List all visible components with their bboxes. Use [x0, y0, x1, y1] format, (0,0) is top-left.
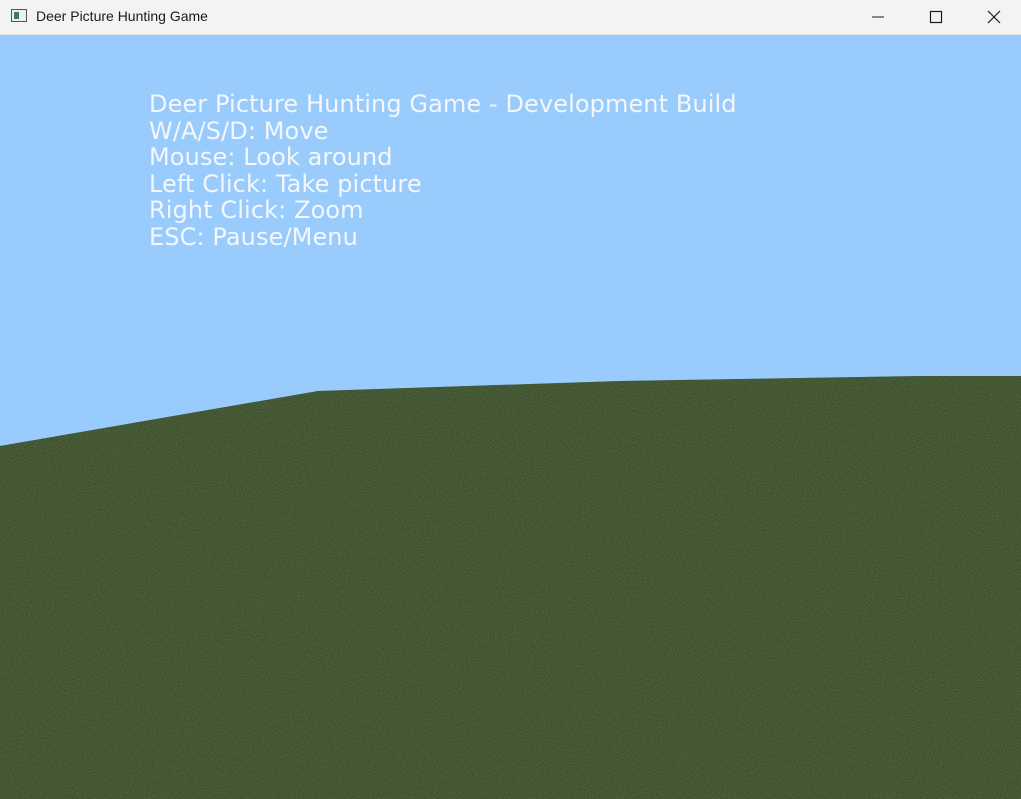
- hud-line-look: Mouse: Look around: [149, 143, 393, 171]
- hud-line-picture: Left Click: Take picture: [149, 169, 422, 198]
- game-window: Deer Picture Hunting Game Deer Picture H…: [0, 0, 1021, 799]
- title-bar[interactable]: Deer Picture Hunting Game: [0, 0, 1021, 35]
- minimize-button[interactable]: [849, 0, 907, 34]
- hud-instructions: Deer Picture Hunting Game - Development …: [149, 91, 737, 250]
- hud-line-move: W/A/S/D: Move: [149, 116, 329, 145]
- hud-title: Deer Picture Hunting Game - Development …: [149, 90, 737, 118]
- maximize-button[interactable]: [907, 0, 965, 34]
- close-icon: [987, 10, 1001, 24]
- hud-line-menu: ESC: Pause/Menu: [149, 222, 358, 251]
- hud-line-zoom: Right Click: Zoom: [149, 196, 364, 224]
- game-viewport[interactable]: Deer Picture Hunting Game - Development …: [0, 35, 1021, 799]
- close-button[interactable]: [965, 0, 1021, 34]
- minimize-icon: [872, 16, 884, 18]
- maximize-icon: [929, 10, 943, 24]
- ground-texture: [0, 376, 1021, 799]
- app-icon: [11, 9, 27, 22]
- window-title: Deer Picture Hunting Game: [36, 8, 208, 24]
